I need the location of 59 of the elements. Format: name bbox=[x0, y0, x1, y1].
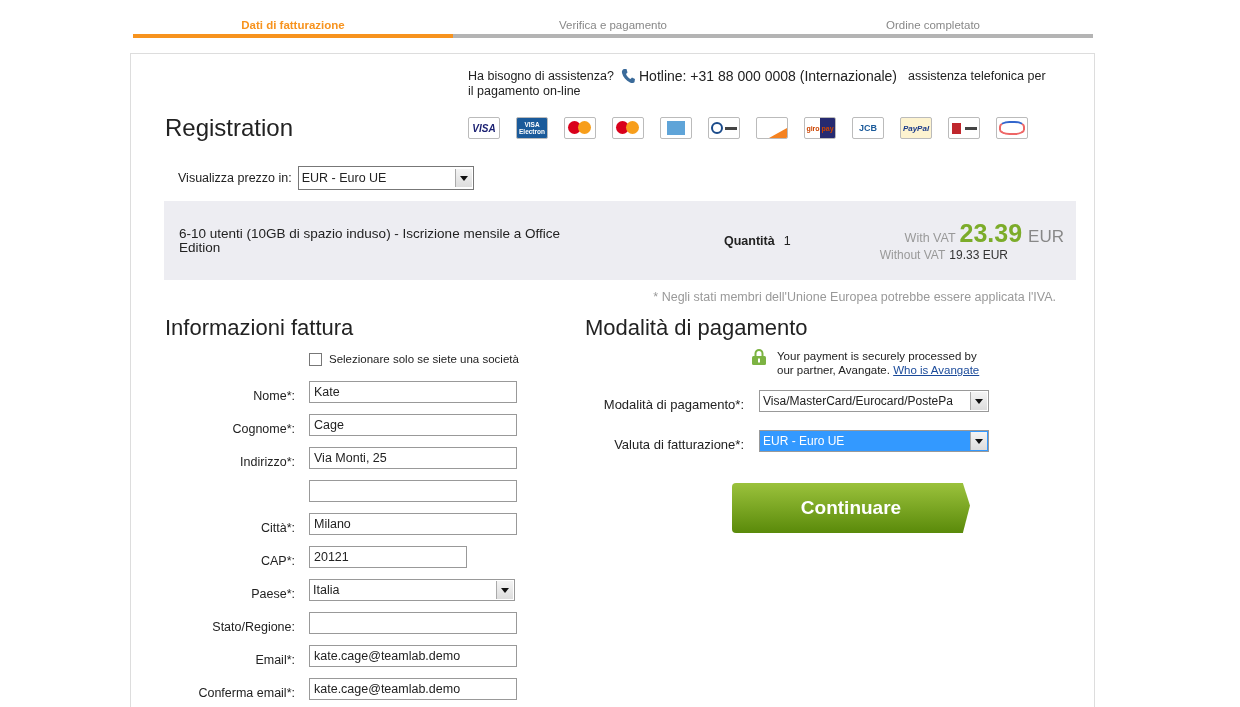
field-label: Città*: bbox=[260, 520, 295, 535]
section-title: Modalità di pagamento bbox=[585, 315, 809, 341]
field-label: Visualizza prezzo in: bbox=[178, 171, 292, 185]
help-question: Ha bisogno di assistenza? bbox=[468, 69, 615, 83]
input-field[interactable]: 20121 bbox=[309, 545, 467, 568]
field-label: Cognome*: bbox=[232, 421, 295, 436]
vat-footnote: * Negli stati membri dell'Unione Europea potrebbe essere applicata l'IVA. bbox=[652, 290, 1056, 304]
lock-icon bbox=[752, 349, 766, 365]
progress-step: Ordine completato bbox=[773, 19, 1093, 38]
field-label: Indirizzo*: bbox=[240, 454, 295, 469]
field-label: Modalità di pagamento*: bbox=[602, 395, 745, 412]
price-value: 19.33 EUR bbox=[949, 248, 1008, 262]
field-label: Paese*: bbox=[251, 586, 295, 601]
price-currency: EUR bbox=[1028, 227, 1064, 246]
field-label: Email*: bbox=[255, 652, 295, 667]
help-note: assistenza telefonica per bbox=[908, 69, 1047, 83]
price-label: With VAT bbox=[904, 231, 956, 245]
payment-logo: PayPal bbox=[900, 117, 932, 139]
field-label: CAP*: bbox=[260, 553, 295, 568]
help-note: il pagamento on-line bbox=[468, 84, 582, 98]
field-label: Nome*: bbox=[253, 388, 295, 403]
phone-icon bbox=[621, 68, 635, 84]
payment-logo bbox=[756, 117, 788, 139]
input-field[interactable]: Milano bbox=[309, 512, 517, 535]
payment-logo bbox=[948, 117, 980, 139]
hotline-text: Hotline: +31 88 000 0008 (Internazionale) bbox=[639, 69, 898, 83]
quantity-label: Quantità bbox=[724, 233, 775, 248]
price-label: Without VAT bbox=[879, 248, 946, 262]
payment-logo bbox=[708, 117, 740, 139]
page-title: Registration bbox=[165, 114, 295, 142]
input-field[interactable]: Cage bbox=[309, 413, 517, 436]
section-title: Informazioni fattura bbox=[165, 315, 355, 341]
payment-logo bbox=[612, 117, 644, 139]
input-field[interactable] bbox=[309, 611, 517, 634]
input-field[interactable]: kate.cage@teamlab.demo bbox=[309, 677, 517, 700]
input-field[interactable]: kate.cage@teamlab.demo bbox=[309, 644, 517, 667]
secure-payment-note: Your payment is securely processed by our partner, Avangate. Who is Avangate bbox=[777, 349, 981, 377]
progress-step: Verifica e pagamento bbox=[453, 19, 773, 38]
avangate-link[interactable]: Who is Avangate bbox=[893, 364, 980, 376]
field-label: Conferma email*: bbox=[198, 685, 295, 700]
input-field[interactable] bbox=[309, 479, 517, 502]
payment-logo bbox=[996, 117, 1028, 139]
payment-logo: JCB bbox=[852, 117, 884, 139]
country-dropdown[interactable]: Italia bbox=[309, 578, 515, 601]
progress-step: Dati di fatturazione bbox=[133, 19, 453, 38]
checkbox-label: Selezionare solo se siete una società bbox=[329, 353, 519, 365]
company-checkbox[interactable] bbox=[309, 352, 322, 366]
quantity-value: 1 bbox=[783, 233, 791, 248]
product-name: 6-10 utenti (10GB di spazio induso) - Iscrizione mensile a Office Edition bbox=[179, 226, 561, 255]
payment-dropdown[interactable]: Visa/MasterCard/Eurocard/PostePa bbox=[759, 390, 989, 412]
payment-logo: VISA bbox=[468, 117, 500, 139]
price-value: 23.39 bbox=[959, 219, 1023, 247]
input-field[interactable]: Via Monti, 25 bbox=[309, 446, 517, 469]
payment-logo bbox=[660, 117, 692, 139]
input-field[interactable]: Kate bbox=[309, 380, 517, 403]
currency-dropdown[interactable]: EUR - Euro UE bbox=[297, 166, 474, 190]
field-label: Valuta di fatturazione*: bbox=[613, 435, 745, 452]
field-label: Stato/Regione: bbox=[212, 619, 295, 634]
payment-logo bbox=[564, 117, 596, 139]
